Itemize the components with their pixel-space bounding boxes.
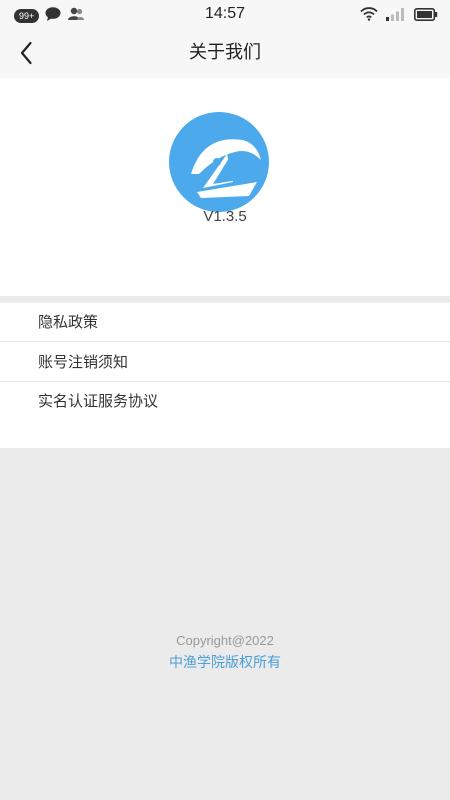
about-menu: 隐私政策 账号注销须知 实名认证服务协议 [0, 303, 450, 448]
menu-item-account-cancellation[interactable]: 账号注销须知 [0, 343, 450, 382]
menu-item-label: 账号注销须知 [38, 353, 129, 371]
copyright-text: Copyright@2022 [176, 633, 274, 648]
version-label: V1.3.5 [203, 208, 247, 225]
status-right [360, 6, 438, 25]
owner-text: 中渔学院版权所有 [169, 655, 281, 671]
page-title: 关于我们 [189, 42, 261, 63]
menu-item-label: 实名认证服务协议 [38, 392, 159, 410]
menu-item-real-name-agreement[interactable]: 实名认证服务协议 [0, 382, 450, 421]
about-section: V1.3.5 [0, 78, 450, 296]
menu-item-privacy-policy[interactable]: 隐私政策 [0, 303, 450, 342]
status-bar: 99+ 14:57 [0, 0, 450, 28]
nav-bar: 关于我们 [0, 28, 450, 78]
signal-icon [386, 6, 406, 25]
sailboat-logo-icon [169, 112, 269, 212]
wifi-icon [360, 6, 378, 25]
battery-icon [414, 6, 438, 25]
footer: Copyright@2022 中渔学院版权所有 [0, 632, 450, 674]
section-divider [0, 296, 450, 303]
menu-item-label: 隐私政策 [38, 313, 99, 331]
